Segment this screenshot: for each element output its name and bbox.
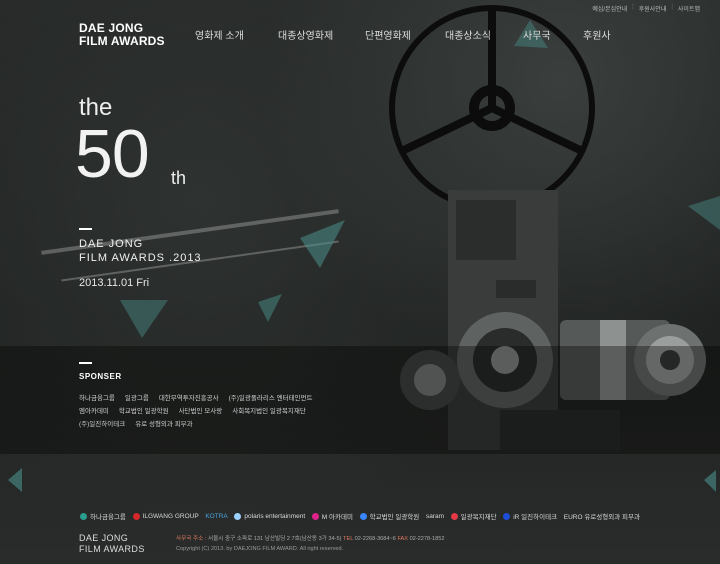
- util-link-sponsors[interactable]: 후원사안내: [639, 4, 667, 13]
- triangle-shape: [300, 220, 345, 268]
- sponsor-item[interactable]: 하나금융그룹: [79, 392, 115, 402]
- util-link-screening[interactable]: 예심/본심안내: [592, 4, 627, 13]
- sponsor-item[interactable]: 일광그룹: [125, 392, 149, 402]
- main-nav: 영화제 소개 대종상영화제 단편영화제 대종상소식 사무국 후원사: [0, 27, 720, 42]
- sponsor-dash: [79, 362, 92, 364]
- sponsor-logo-welfare[interactable]: 일광복지재단: [450, 511, 497, 521]
- nav-item-office[interactable]: 사무국: [523, 27, 551, 42]
- footer-logo-line2: FILM AWARDS: [79, 544, 145, 554]
- sponsor-logo-m-academy[interactable]: M 아카데미: [311, 511, 353, 521]
- title-dash: [79, 228, 92, 230]
- sponsor-logo-euro[interactable]: EURO 유로성형외과 피부과: [564, 511, 640, 521]
- sponsor-item[interactable]: 사회복지법인 일광복지재단: [232, 405, 306, 415]
- util-link-sitemap[interactable]: 사이트맵: [678, 4, 700, 13]
- sponsor-logo-saram[interactable]: saram: [426, 513, 444, 520]
- tel-value: 02-2268-3684~6: [354, 536, 396, 542]
- divider: |: [671, 4, 673, 10]
- sponsor-logo-strip: 하나금융그룹 ILGWANG GROUP KOTRA polaris enter…: [80, 508, 640, 524]
- sponsor-logo-kotra[interactable]: KOTRA: [205, 513, 227, 520]
- triangle-shape: [258, 294, 282, 322]
- sponsor-logo-hana[interactable]: 하나금융그룹: [80, 511, 126, 521]
- sponsor-item[interactable]: (주)일진하이테크: [79, 418, 125, 428]
- hero-date: 2013.11.01 Fri: [79, 277, 150, 289]
- triangle-shape: [704, 470, 716, 492]
- footer-copyright: Copyright (C) 2013. by DAEJONG FILM AWAR…: [176, 546, 344, 552]
- sponsor-item[interactable]: (주)일광폴라리스 엔터테인먼트: [229, 392, 313, 402]
- sponsor-logo-iljin[interactable]: iR 일진하이테크: [503, 511, 557, 521]
- sponsor-item[interactable]: 학교법인 일광학원: [119, 405, 169, 415]
- triangle-shape: [120, 300, 168, 338]
- iljin-icon: [503, 512, 511, 520]
- sponsor-item[interactable]: 대한무역투자진흥공사: [159, 392, 219, 402]
- address-text: 서울시 중구 소파로 131 남산빌딩 2 7호(남산동 3가 34-5): [207, 536, 342, 542]
- sponsor-row: (주)일진하이테크 유로 성형외과 피부과: [79, 418, 193, 428]
- hana-icon: [80, 512, 87, 520]
- sponsor-row: 하나금융그룹 일광그룹 대한무역투자진흥공사 (주)일광폴라리스 엔터테인먼트: [79, 392, 313, 402]
- tel-label: TEL: [343, 536, 354, 542]
- nav-item-short-film[interactable]: 단편영화제: [365, 27, 411, 42]
- utility-links: 예심/본심안내 | 후원사안내 | 사이트맵: [592, 4, 700, 13]
- welfare-icon: [450, 512, 458, 520]
- sponsor-logo-school[interactable]: 학교법인 일광학원: [359, 511, 419, 521]
- footer-logo[interactable]: DAE JONG FILM AWARDS: [79, 533, 145, 555]
- fax-label: FAX: [397, 536, 409, 542]
- m-academy-icon: [311, 512, 319, 520]
- hero-number: 50: [75, 116, 150, 192]
- sponsor-logo-polaris[interactable]: polaris entertainment: [234, 512, 305, 520]
- polaris-icon: [234, 512, 242, 520]
- sponsor-logo-ilgwang[interactable]: ILGWANG GROUP: [132, 512, 199, 520]
- nav-item-sponsors[interactable]: 후원사: [583, 27, 611, 42]
- sponsor-item[interactable]: 유로 성형외과 피부과: [135, 418, 192, 428]
- divider: |: [632, 4, 634, 10]
- hero-title-line1: DAE JONG: [79, 238, 144, 250]
- sponsor-heading: SPONSER: [79, 372, 122, 381]
- hero-title-line2: FILM AWARDS .2013: [79, 252, 202, 264]
- ilgwang-icon: [132, 512, 140, 520]
- hero-suffix: th: [171, 168, 187, 188]
- address-label: 사무국 주소 :: [176, 536, 207, 542]
- triangle-shape: [8, 468, 22, 492]
- nav-item-news[interactable]: 대종상소식: [445, 27, 491, 42]
- nav-item-about[interactable]: 영화제 소개: [195, 27, 244, 42]
- footer-logo-line1: DAE JONG: [79, 533, 129, 543]
- triangle-shape: [688, 196, 720, 230]
- nav-item-awards[interactable]: 대종상영화제: [278, 27, 333, 42]
- fax-value: 02-2278-1852: [409, 536, 445, 542]
- sponsor-item[interactable]: 엠아카데미: [79, 405, 109, 415]
- sponsor-row: 엠아카데미 학교법인 일광학원 사단법인 모사랑 사회복지법인 일광복지재단: [79, 405, 306, 415]
- sponsor-item[interactable]: 사단법인 모사랑: [179, 405, 223, 415]
- footer-address: 사무국 주소 : 서울시 중구 소파로 131 남산빌딩 2 7호(남산동 3가…: [176, 534, 444, 542]
- school-icon: [359, 512, 367, 520]
